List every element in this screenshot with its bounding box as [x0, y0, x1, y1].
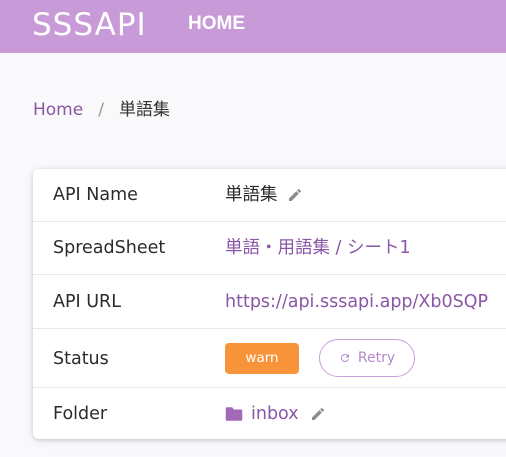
folder-label: Folder [53, 404, 108, 424]
row-spreadsheet: SpreadSheet 単語・用語集 / シート1 [33, 222, 506, 275]
spreadsheet-link[interactable]: 単語・用語集 / シート1 [225, 236, 411, 260]
pencil-icon[interactable] [287, 187, 303, 203]
breadcrumb-separator: / [98, 100, 104, 120]
app-logo[interactable]: SSSAPI [32, 6, 147, 44]
breadcrumb: Home / 単語集 [33, 98, 170, 122]
status-badge: warn [225, 342, 299, 374]
breadcrumb-home[interactable]: Home [33, 98, 83, 122]
pencil-icon[interactable] [310, 406, 326, 422]
status-value-wrap: warn Retry [225, 339, 415, 377]
row-status: Status warn Retry [33, 329, 506, 388]
api-url-label: API URL [53, 292, 121, 312]
retry-label: Retry [357, 350, 396, 366]
retry-button[interactable]: Retry [319, 339, 415, 377]
row-folder: Folder inbox [33, 388, 506, 439]
api-name-label: API Name [53, 185, 138, 205]
refresh-icon [340, 354, 349, 362]
top-navbar: SSSAPI HOME [0, 0, 506, 53]
nav-home-link[interactable]: HOME [188, 12, 245, 36]
spreadsheet-label: SpreadSheet [53, 238, 166, 258]
row-api-url: API URL https://api.sssapi.app/Xb0SQP [33, 275, 506, 329]
api-name-value-wrap: 単語集 [225, 183, 303, 207]
api-url-link[interactable]: https://api.sssapi.app/Xb0SQP [225, 290, 488, 314]
folder-value-wrap: inbox [225, 402, 326, 426]
folder-link[interactable]: inbox [251, 402, 299, 426]
breadcrumb-current: 単語集 [118, 100, 170, 120]
api-name-value: 単語集 [225, 185, 278, 205]
api-details-card: API Name 単語集 SpreadSheet 単語・用語集 / シート1 A… [33, 169, 506, 439]
status-label: Status [53, 349, 109, 369]
folder-icon [225, 406, 243, 422]
row-api-name: API Name 単語集 [33, 169, 506, 222]
